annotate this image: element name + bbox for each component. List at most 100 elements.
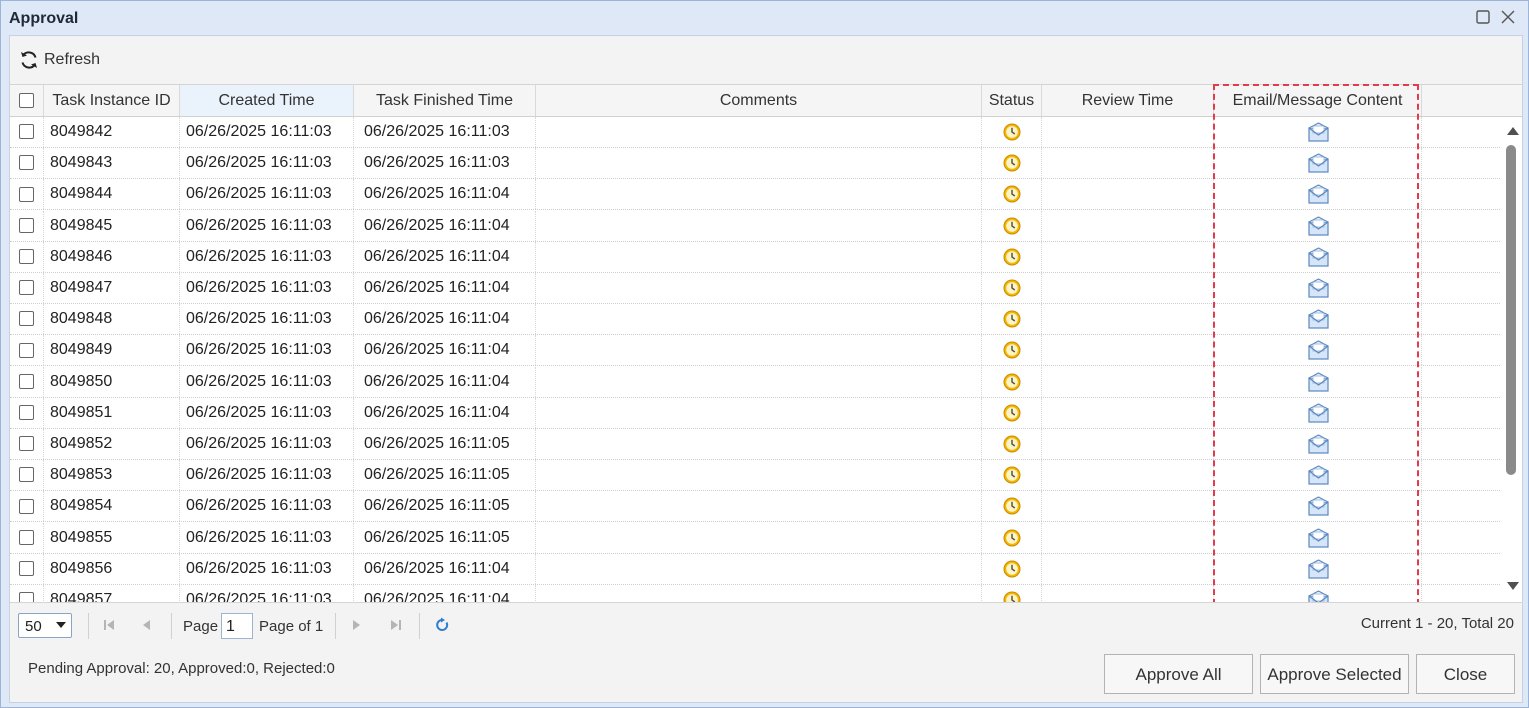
email-content-cell[interactable] bbox=[1214, 335, 1422, 366]
email-content-cell[interactable] bbox=[1214, 460, 1422, 491]
col-task-instance-id[interactable]: Task Instance ID bbox=[44, 85, 180, 116]
table-row[interactable]: 8049854 06/26/2025 16:11:03 06/26/2025 16:… bbox=[10, 491, 1500, 523]
envelope-icon[interactable] bbox=[1308, 559, 1329, 579]
table-row[interactable]: 8049851 06/26/2025 16:11:03 06/26/2025 16:… bbox=[10, 397, 1500, 429]
refresh-button[interactable]: Refresh bbox=[18, 46, 100, 74]
envelope-icon[interactable] bbox=[1308, 496, 1329, 516]
envelope-icon[interactable] bbox=[1308, 371, 1329, 392]
envelope-icon[interactable] bbox=[1308, 278, 1329, 298]
last-page-icon[interactable] bbox=[388, 617, 404, 633]
first-page-icon[interactable] bbox=[101, 617, 117, 633]
refresh-label: Refresh bbox=[44, 51, 101, 68]
envelope-icon[interactable] bbox=[1308, 122, 1329, 142]
table-row[interactable]: 8049850 06/26/2025 16:11:03 06/26/2025 16:… bbox=[10, 366, 1500, 398]
select-all-checkbox[interactable] bbox=[19, 93, 34, 109]
envelope-icon[interactable] bbox=[1308, 215, 1329, 236]
row-checkbox[interactable] bbox=[19, 498, 34, 514]
maximize-icon[interactable] bbox=[1474, 8, 1492, 26]
col-created-time[interactable]: Created Time bbox=[180, 85, 354, 116]
table-row[interactable]: 8049856 06/26/2025 16:11:03 06/26/2025 16:… bbox=[10, 553, 1500, 585]
table-row[interactable]: 8049849 06/26/2025 16:11:03 06/26/2025 16:… bbox=[10, 335, 1500, 367]
row-select-cell bbox=[10, 585, 44, 602]
envelope-icon[interactable] bbox=[1308, 340, 1329, 360]
pager-separator bbox=[335, 613, 336, 639]
envelope-icon[interactable] bbox=[1308, 247, 1329, 267]
reload-icon[interactable] bbox=[434, 617, 450, 633]
approve-all-button[interactable]: Approve All bbox=[1104, 654, 1253, 694]
table-row[interactable]: 8049857 06/26/2025 16:11:03 06/26/2025 16:… bbox=[10, 585, 1500, 602]
row-checkbox[interactable] bbox=[19, 280, 34, 296]
table-row[interactable]: 8049852 06/26/2025 16:11:03 06/26/2025 16:… bbox=[10, 429, 1500, 460]
approve-selected-button[interactable]: Approve Selected bbox=[1260, 654, 1409, 694]
email-content-cell[interactable] bbox=[1214, 429, 1422, 459]
task-finished-time-cell: 06/26/2025 16:11:04 bbox=[354, 273, 536, 303]
review-time-cell bbox=[1042, 335, 1214, 366]
task-finished-time-cell: 06/26/2025 16:11:05 bbox=[354, 491, 536, 522]
scroll-thumb[interactable] bbox=[1506, 145, 1516, 475]
row-checkbox[interactable] bbox=[19, 311, 34, 327]
page-size-select[interactable]: 50 bbox=[18, 613, 72, 638]
row-checkbox[interactable] bbox=[19, 124, 34, 140]
envelope-icon[interactable] bbox=[1308, 527, 1329, 548]
table-row[interactable]: 8049848 06/26/2025 16:11:03 06/26/2025 16:… bbox=[10, 304, 1500, 336]
clock-icon bbox=[1003, 404, 1021, 422]
prev-page-icon[interactable] bbox=[139, 617, 155, 633]
email-content-cell[interactable] bbox=[1214, 117, 1422, 147]
email-content-cell[interactable] bbox=[1214, 210, 1422, 241]
row-checkbox[interactable] bbox=[19, 373, 34, 389]
page-number-input[interactable]: 1 bbox=[221, 613, 253, 639]
table-row[interactable]: 8049847 06/26/2025 16:11:03 06/26/2025 16:… bbox=[10, 273, 1500, 304]
next-page-icon[interactable] bbox=[348, 617, 364, 633]
row-checkbox[interactable] bbox=[19, 467, 34, 483]
table-row[interactable]: 8049843 06/26/2025 16:11:03 06/26/2025 16:… bbox=[10, 148, 1500, 180]
email-content-cell[interactable] bbox=[1214, 585, 1422, 602]
vertical-scrollbar[interactable] bbox=[1502, 117, 1522, 602]
row-checkbox[interactable] bbox=[19, 561, 34, 577]
table-row[interactable]: 8049842 06/26/2025 16:11:03 06/26/2025 16:… bbox=[10, 117, 1500, 148]
clock-icon bbox=[1003, 217, 1021, 235]
col-review-time[interactable]: Review Time bbox=[1042, 85, 1214, 116]
envelope-icon[interactable] bbox=[1308, 403, 1329, 423]
email-content-cell[interactable] bbox=[1214, 553, 1422, 584]
email-content-cell[interactable] bbox=[1214, 148, 1422, 179]
col-email-message-content[interactable]: Email/Message Content bbox=[1214, 85, 1422, 116]
envelope-icon[interactable] bbox=[1308, 590, 1329, 602]
envelope-icon[interactable] bbox=[1308, 153, 1329, 173]
row-checkbox[interactable] bbox=[19, 342, 34, 358]
col-comments[interactable]: Comments bbox=[536, 85, 982, 116]
clock-icon bbox=[1003, 341, 1021, 359]
task-finished-time-cell: 06/26/2025 16:11:04 bbox=[354, 553, 536, 584]
envelope-icon[interactable] bbox=[1308, 434, 1329, 454]
email-content-cell[interactable] bbox=[1214, 304, 1422, 335]
email-content-cell[interactable] bbox=[1214, 491, 1422, 522]
row-checkbox[interactable] bbox=[19, 529, 34, 545]
row-checkbox[interactable] bbox=[19, 217, 34, 233]
close-button[interactable]: Close bbox=[1416, 654, 1515, 694]
row-checkbox[interactable] bbox=[19, 249, 34, 265]
created-time-cell: 06/26/2025 16:11:03 bbox=[180, 179, 354, 210]
table-row[interactable]: 8049846 06/26/2025 16:11:03 06/26/2025 16:… bbox=[10, 241, 1500, 273]
email-content-cell[interactable] bbox=[1214, 397, 1422, 428]
scroll-up-arrow[interactable] bbox=[1507, 127, 1519, 135]
envelope-icon[interactable] bbox=[1308, 465, 1329, 485]
email-content-cell[interactable] bbox=[1214, 366, 1422, 397]
col-task-finished-time[interactable]: Task Finished Time bbox=[354, 85, 536, 116]
row-checkbox[interactable] bbox=[19, 436, 34, 452]
scroll-down-arrow[interactable] bbox=[1507, 582, 1519, 590]
email-content-cell[interactable] bbox=[1214, 241, 1422, 272]
table-row[interactable]: 8049853 06/26/2025 16:11:03 06/26/2025 16:… bbox=[10, 460, 1500, 492]
table-row[interactable]: 8049845 06/26/2025 16:11:03 06/26/2025 16:… bbox=[10, 210, 1500, 242]
email-content-cell[interactable] bbox=[1214, 179, 1422, 210]
col-status[interactable]: Status bbox=[982, 85, 1042, 116]
table-row[interactable]: 8049855 06/26/2025 16:11:03 06/26/2025 16:… bbox=[10, 522, 1500, 554]
envelope-icon[interactable] bbox=[1308, 184, 1329, 204]
envelope-icon[interactable] bbox=[1308, 309, 1329, 329]
row-checkbox[interactable] bbox=[19, 405, 34, 421]
close-icon[interactable] bbox=[1499, 8, 1517, 26]
email-content-cell[interactable] bbox=[1214, 522, 1422, 553]
table-row[interactable]: 8049844 06/26/2025 16:11:03 06/26/2025 16:… bbox=[10, 179, 1500, 211]
row-checkbox[interactable] bbox=[19, 186, 34, 202]
email-content-cell[interactable] bbox=[1214, 273, 1422, 303]
row-checkbox[interactable] bbox=[19, 592, 34, 602]
row-checkbox[interactable] bbox=[19, 155, 34, 171]
